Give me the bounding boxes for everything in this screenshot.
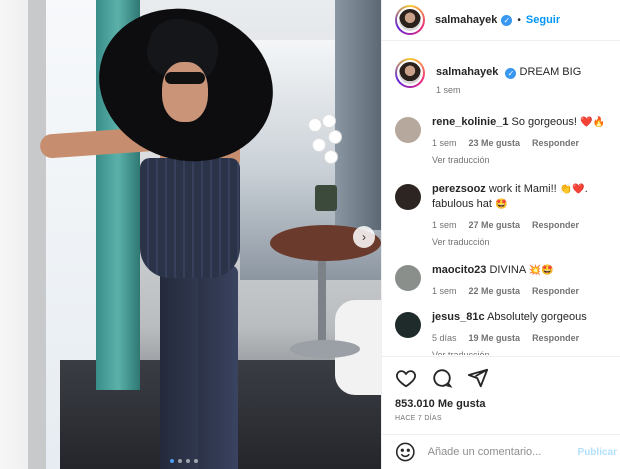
table-leg [318,258,326,348]
share-icon[interactable] [467,367,489,389]
commenter-avatar[interactable] [395,184,421,210]
comment-username[interactable]: perezsooz [432,183,486,195]
face [162,62,208,122]
comment-composer: Publicar [382,434,620,469]
comment-time: 1 sem [432,138,457,148]
window-frame [28,0,46,469]
comment-text: work it Mami!! [488,183,557,195]
avatar[interactable] [395,5,425,35]
comment-item: maocito23 DIVINA 💥🤩 1 sem 22 Me gusta Respo… [382,263,620,296]
comment-emoji: ❤️🔥 [580,117,605,128]
header-username[interactable]: salmahayek [435,14,497,26]
orchid-plant [305,115,345,211]
separator: • [517,14,521,26]
carousel-dots [170,459,198,463]
avatar[interactable] [395,58,425,88]
action-bar: 853.010 Me gusta HACE 7 DÍAS [382,356,620,422]
comment-likes[interactable]: 23 Me gusta [469,138,521,148]
table-base [290,340,360,358]
likes-count[interactable]: 853.010 Me gusta [395,398,608,410]
comment-time: 5 días [432,333,457,343]
verified-icon: ✓ [501,14,513,26]
comment-input[interactable] [427,446,578,458]
post-side-panel: salmahayek ✓ • Seguir salmahayek ✓ DREAM… [381,0,620,469]
comment-emoji-2: 🤩 [495,199,508,210]
carousel-dot[interactable] [194,459,198,463]
see-translation-link[interactable]: Ver traducción [432,237,588,247]
caption-username[interactable]: salmahayek [436,66,498,78]
caption-text: DREAM BIG [519,66,582,78]
reply-button[interactable]: Responder [532,138,579,148]
heart-icon[interactable] [395,367,417,389]
pants-right-leg [198,265,238,469]
see-translation-link[interactable]: Ver traducción [432,350,587,355]
carousel-dot[interactable] [186,459,190,463]
carousel-dot[interactable] [178,459,182,463]
comment-time: 1 sem [432,220,457,230]
comment-item: jesus_81c Absolutely gorgeous 5 días 19 M… [382,310,620,355]
comment-username[interactable]: jesus_81c [432,311,485,323]
comment-likes[interactable]: 22 Me gusta [469,286,521,296]
comment-likes[interactable]: 19 Me gusta [469,333,521,343]
comment-emoji: 👏❤️. [559,184,588,195]
reply-button[interactable]: Responder [532,220,579,230]
caption-time: 1 sem [436,85,461,95]
chevron-right-icon[interactable]: › [353,226,375,248]
comment-text: DIVINA [489,264,526,276]
post-photo[interactable]: › [0,0,381,469]
posted-ago: HACE 7 DÍAS [395,415,442,422]
verified-icon: ✓ [505,68,517,79]
commenter-avatar[interactable] [395,265,421,291]
carousel-dot[interactable] [170,459,174,463]
comment-item: perezsooz work it Mami!! 👏❤️. fabulous ha… [382,182,620,247]
commenter-avatar[interactable] [395,312,421,338]
comments-list[interactable]: salmahayek ✓ DREAM BIG 1 sem rene_kolini… [382,42,620,355]
denim-bustier [140,158,240,278]
caption: salmahayek ✓ DREAM BIG 1 sem [382,42,620,95]
reply-button[interactable]: Responder [532,333,579,343]
comment-emoji: 💥🤩 [528,265,554,276]
comment-text-line2: fabulous hat [432,198,492,210]
commenter-avatar[interactable] [395,117,421,143]
post-header: salmahayek ✓ • Seguir [382,0,620,41]
comment-text: Absolutely gorgeous [487,311,587,323]
comment-icon[interactable] [431,367,453,389]
see-translation-link[interactable]: Ver traducción [432,155,605,165]
comment-username[interactable]: maocito23 [432,264,486,276]
comment-text: So gorgeous! [511,116,577,128]
smiley-icon[interactable] [395,441,416,463]
comment-username[interactable]: rene_kolinie_1 [432,116,508,128]
sunglasses [165,72,205,84]
comment-time: 1 sem [432,286,457,296]
publish-button[interactable]: Publicar [578,447,617,458]
reply-button[interactable]: Responder [532,286,579,296]
comment-item: rene_kolinie_1 So gorgeous! ❤️🔥 1 sem 23 M… [382,115,620,165]
follow-button[interactable]: Seguir [526,14,560,26]
comment-likes[interactable]: 27 Me gusta [469,220,521,230]
